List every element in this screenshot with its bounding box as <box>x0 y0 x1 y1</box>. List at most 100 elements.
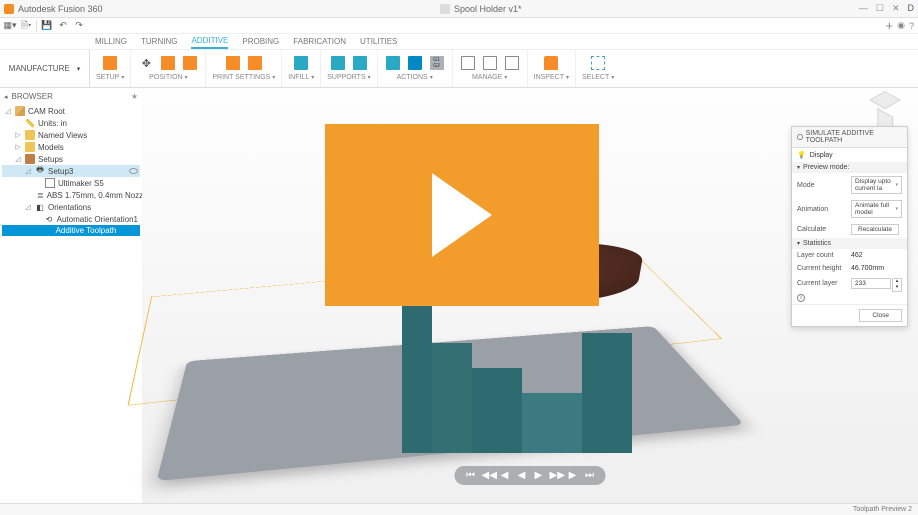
print-settings-icon[interactable] <box>224 54 242 72</box>
info-icon[interactable]: i <box>797 294 805 302</box>
tab-utilities[interactable]: UTILITIES <box>360 35 397 48</box>
step-forward-button[interactable]: ▶ <box>567 470 579 481</box>
tree-setup3[interactable]: ◿🖶Setup3 <box>2 165 140 177</box>
browser-panel: BROWSER ★ ◿CAM Root 📏Units: in ▷Named Vi… <box>0 88 142 503</box>
ribbon: MANUFACTURE SETUP ✥ POSITION PRINT SETTI… <box>0 50 918 88</box>
simulate-toolpath-panel: SIMULATE ADDITIVE TOOLPATH 💡Display Prev… <box>791 126 908 327</box>
support-volume-icon[interactable] <box>351 54 369 72</box>
maximize-button[interactable]: ☐ <box>876 3 884 14</box>
simulate-icon[interactable] <box>406 54 424 72</box>
manage-label[interactable]: MANAGE <box>472 74 507 81</box>
component-icon <box>15 106 25 116</box>
spin-down-icon[interactable]: ▾ <box>893 285 901 291</box>
tree-named-views[interactable]: ▷Named Views <box>2 129 140 141</box>
position-auto-icon[interactable] <box>159 54 177 72</box>
mode-dropdown[interactable]: Display upto current la <box>851 176 902 194</box>
group-print-settings: PRINT SETTINGS <box>206 50 282 87</box>
print-settings-label[interactable]: PRINT SETTINGS <box>212 74 275 81</box>
manage-icon-2[interactable] <box>481 54 499 72</box>
minimize-button[interactable]: — <box>859 3 868 14</box>
sim-panel-header[interactable]: SIMULATE ADDITIVE TOOLPATH <box>792 127 907 148</box>
tree-additive-toolpath[interactable]: Additive Toolpath <box>2 225 140 236</box>
save-icon[interactable]: 💾 <box>41 20 53 32</box>
tree-orientations[interactable]: ◿◧Orientations <box>2 201 140 213</box>
tab-turning[interactable]: TURNING <box>141 35 177 48</box>
data-panel-icon[interactable]: ▦▾ <box>4 20 16 32</box>
generate-icon[interactable] <box>384 54 402 72</box>
browser-settings-icon[interactable]: ★ <box>131 92 138 101</box>
nozzle-icon: ≣ <box>37 190 44 200</box>
redo-icon[interactable]: ↷ <box>73 20 85 32</box>
tree-auto-orientation[interactable]: ⟲Automatic Orientation1 <box>2 213 140 225</box>
undo-icon[interactable]: ↶ <box>57 20 69 32</box>
new-document-button[interactable]: + <box>886 18 894 33</box>
position-center-icon[interactable] <box>181 54 199 72</box>
current-layer-label: Current layer <box>797 280 847 287</box>
infill-icon[interactable] <box>292 54 310 72</box>
tree-cam-root[interactable]: ◿CAM Root <box>2 105 140 117</box>
group-inspect: INSPECT <box>528 50 576 87</box>
browser-header[interactable]: BROWSER ★ <box>0 90 142 103</box>
inspect-label[interactable]: INSPECT <box>534 74 569 81</box>
video-play-overlay[interactable] <box>325 124 599 306</box>
app-icon <box>4 4 14 14</box>
post-process-icon[interactable]: G1G2 <box>428 54 446 72</box>
manage-icon-1[interactable] <box>459 54 477 72</box>
tree-units[interactable]: 📏Units: in <box>2 117 140 129</box>
tree-setups[interactable]: ◿Setups <box>2 153 140 165</box>
select-label[interactable]: SELECT <box>582 74 614 81</box>
select-icon[interactable] <box>589 54 607 72</box>
tab-additive[interactable]: ADDITIVE <box>191 34 228 49</box>
prev-button[interactable]: ◀ <box>516 470 528 481</box>
play-button[interactable]: ▶ <box>533 470 545 481</box>
animation-dropdown[interactable]: Animate full model <box>851 200 902 218</box>
infill-label[interactable]: INFILL <box>288 74 314 81</box>
visibility-icon[interactable] <box>129 168 138 174</box>
close-window-button[interactable]: ✕ <box>892 3 900 14</box>
current-height-label: Current height <box>797 265 847 272</box>
mode-label: Mode <box>797 182 847 189</box>
extensions-icon[interactable]: ◉ <box>897 20 905 31</box>
group-select: SELECT <box>576 50 620 87</box>
tab-milling[interactable]: MILLING <box>95 35 127 48</box>
inspect-icon[interactable] <box>542 54 560 72</box>
move-icon[interactable]: ✥ <box>137 54 155 72</box>
tree-ultimaker[interactable]: Ultimaker S5 <box>2 177 140 189</box>
layer-count-value: 462 <box>851 252 863 259</box>
setup-icon[interactable] <box>101 54 119 72</box>
user-initials[interactable]: D <box>908 3 915 14</box>
tab-probing[interactable]: PROBING <box>242 35 279 48</box>
supports-label[interactable]: SUPPORTS <box>327 74 370 81</box>
tree-models[interactable]: ▷Models <box>2 141 140 153</box>
setup-label[interactable]: SETUP <box>96 74 124 81</box>
actions-label[interactable]: ACTIONS <box>397 74 433 81</box>
current-height-value: 46.700mm <box>851 265 884 272</box>
print-settings-icon-2[interactable] <box>246 54 264 72</box>
group-supports: SUPPORTS <box>321 50 377 87</box>
go-end-button[interactable]: ⏭ <box>584 470 596 481</box>
folder-icon <box>25 130 35 140</box>
manage-icon-3[interactable] <box>503 54 521 72</box>
fast-forward-button[interactable]: ▶▶ <box>550 470 562 481</box>
animation-label: Animation <box>797 206 847 213</box>
step-back-button[interactable]: ◀ <box>499 470 511 481</box>
layer-count-label: Layer count <box>797 252 847 259</box>
file-menu-icon[interactable]: 🗎▾ <box>20 20 32 32</box>
close-button[interactable]: Close <box>859 309 902 322</box>
window-controls: — ☐ ✕ D <box>859 3 914 14</box>
support-bar-icon[interactable] <box>329 54 347 72</box>
recalculate-button[interactable]: Recalculate <box>851 224 899 235</box>
folder-icon <box>25 142 35 152</box>
position-label[interactable]: POSITION <box>149 74 187 81</box>
current-layer-spinner[interactable]: 233▴▾ <box>851 278 891 289</box>
workspace-switcher[interactable]: MANUFACTURE <box>0 50 90 87</box>
tree-nozzle[interactable]: ≣ABS 1.75mm, 0.4mm Nozzle <box>2 189 140 201</box>
rewind-button[interactable]: ◀◀ <box>482 470 494 481</box>
statistics-header[interactable]: Statistics <box>792 238 907 249</box>
tab-fabrication[interactable]: FABRICATION <box>293 35 346 48</box>
help-icon[interactable]: ? <box>909 21 914 31</box>
group-infill: INFILL <box>282 50 321 87</box>
go-start-button[interactable]: ⏮ <box>465 470 477 481</box>
preview-mode-header[interactable]: Preview mode: <box>792 162 907 173</box>
playback-bar: ⏮ ◀◀ ◀ ◀ ▶ ▶▶ ▶ ⏭ <box>455 466 606 485</box>
